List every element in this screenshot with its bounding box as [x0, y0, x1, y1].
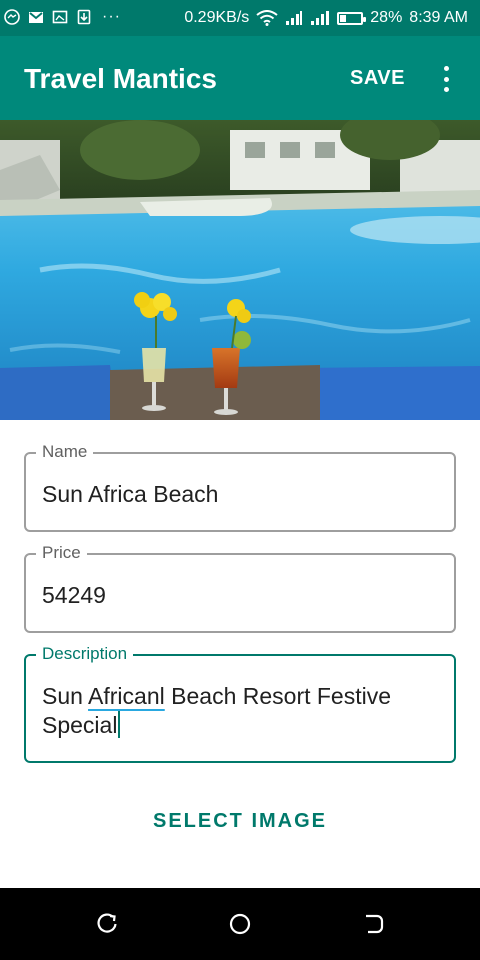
- price-field[interactable]: Price 54249: [24, 543, 456, 633]
- download-icon: [77, 9, 91, 25]
- wifi-icon: [256, 10, 278, 26]
- price-value: 54249: [42, 582, 106, 608]
- signal-icon: [311, 11, 330, 25]
- recent-apps-icon[interactable]: [95, 912, 119, 936]
- save-button[interactable]: SAVE: [350, 67, 405, 90]
- description-text-line2: Special: [42, 712, 118, 738]
- name-field[interactable]: Name Sun Africa Beach: [24, 442, 456, 532]
- messenger-icon: [4, 9, 20, 25]
- name-label: Name: [36, 442, 94, 462]
- screenshot-icon: [52, 10, 68, 24]
- status-bar: ··· 0.29KB/s 28% 8:39 AM: [0, 0, 480, 36]
- back-icon[interactable]: [361, 912, 385, 936]
- battery-icon: [337, 11, 367, 25]
- more-options-icon[interactable]: [436, 66, 456, 92]
- deal-image: [0, 120, 480, 420]
- app-title: Travel Mantics: [24, 63, 217, 94]
- description-text-start: Sun: [42, 683, 89, 709]
- navigation-bar: [0, 888, 480, 960]
- network-speed: 0.29KB/s: [184, 9, 250, 26]
- text-cursor: [118, 711, 121, 738]
- description-text-end: Beach Resort Festive: [164, 683, 392, 709]
- misspelled-word[interactable]: Africanl: [88, 683, 165, 709]
- more-notifications-indicator: ···: [102, 8, 121, 25]
- select-image-button[interactable]: SELECT IMAGE: [0, 810, 480, 833]
- description-label: Description: [36, 644, 134, 664]
- app-bar: Travel Mantics SAVE: [0, 36, 480, 120]
- pool-photo: [0, 120, 480, 420]
- signal-icon: [286, 11, 303, 25]
- name-value: Sun Africa Beach: [42, 481, 219, 507]
- gmail-icon: [29, 12, 43, 23]
- battery-percent: 28%: [370, 9, 403, 26]
- description-field[interactable]: Description Sun Africanl Beach Resort Fe…: [24, 644, 456, 763]
- description-value: Sun Africanl Beach Resort Festive Specia…: [42, 682, 442, 740]
- clock: 8:39 AM: [409, 9, 468, 26]
- price-label: Price: [36, 543, 87, 563]
- home-icon[interactable]: [228, 912, 252, 936]
